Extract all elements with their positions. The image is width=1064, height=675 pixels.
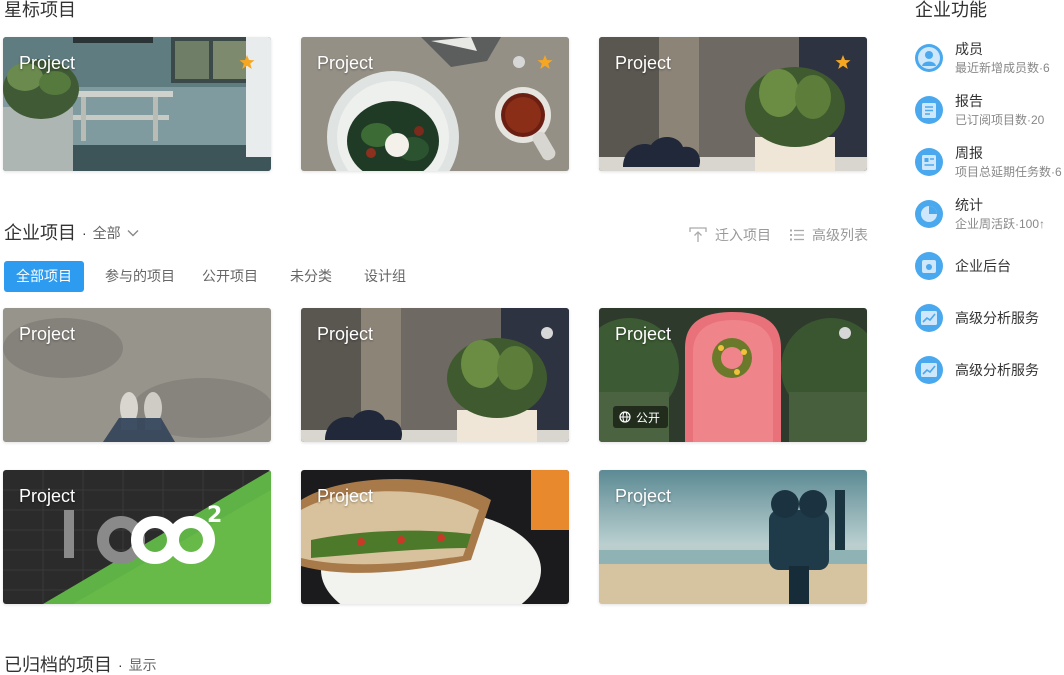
feature-item-statistics[interactable]: 统计 企业周活跃·100↑: [914, 195, 1064, 235]
public-badge-label: 公开: [636, 410, 661, 425]
features-section-title: 企业功能: [915, 0, 987, 20]
star-icon[interactable]: [835, 54, 851, 70]
feature-item-reports[interactable]: 报告 已订阅项目数·20: [914, 91, 1064, 131]
move-in-project-button[interactable]: 迁入项目: [689, 226, 771, 244]
scope-dropdown-label: 全部: [92, 225, 121, 241]
globe-icon: [619, 411, 631, 423]
public-badge: 公开: [613, 406, 669, 428]
chevron-down-icon: [127, 230, 139, 237]
feature-item-analytics-2[interactable]: 高级分析服务: [914, 351, 1064, 391]
analytics-icon: [915, 304, 943, 332]
visibility-dot-icon: [541, 327, 553, 339]
feature-name: 统计: [955, 197, 983, 213]
advanced-list-button[interactable]: 高级列表: [790, 226, 868, 244]
tab-all-projects[interactable]: 全部项目: [4, 261, 84, 292]
show-archived-toggle[interactable]: 显示: [129, 655, 157, 675]
separator: ·: [118, 657, 123, 673]
statistics-icon: [915, 200, 943, 228]
star-icon[interactable]: [537, 54, 553, 70]
tab-public-projects[interactable]: 公开项目: [190, 261, 270, 292]
feature-subtitle: 最近新增成员数·6: [955, 61, 1050, 75]
feature-name: 周报: [955, 145, 983, 161]
member-icon: [915, 44, 943, 72]
analytics-icon: [915, 356, 943, 384]
project-card-4[interactable]: 2 Project: [3, 470, 271, 604]
enterprise-section-title: 企业项目: [4, 223, 76, 243]
feature-name: 高级分析服务: [955, 362, 1039, 378]
move-in-icon: [689, 227, 707, 242]
project-label: Project: [615, 324, 672, 344]
feature-name: 高级分析服务: [955, 310, 1039, 326]
starred-project-card-2[interactable]: Project: [301, 37, 569, 171]
project-label: Project: [615, 53, 672, 73]
report-icon: [915, 96, 943, 124]
archived-section-title: 已归档的项目: [4, 655, 112, 675]
starred-section-title: 星标项目: [4, 0, 76, 20]
project-label: Project: [317, 53, 374, 73]
project-label: Project: [19, 53, 76, 73]
feature-item-members[interactable]: 成员 最近新增成员数·6: [914, 39, 1064, 79]
separator: ·: [82, 225, 87, 241]
admin-icon: [915, 252, 943, 280]
project-card-5[interactable]: Project: [301, 470, 569, 604]
project-label: Project: [317, 486, 374, 506]
project-label: Project: [19, 324, 76, 344]
project-label: Project: [19, 486, 76, 506]
feature-item-analytics-1[interactable]: 高级分析服务: [914, 299, 1064, 339]
visibility-dot-icon: [839, 327, 851, 339]
tab-design-group[interactable]: 设计组: [352, 261, 418, 292]
tab-uncategorized[interactable]: 未分类: [278, 261, 344, 292]
weekly-report-icon: [915, 148, 943, 176]
move-in-project-label: 迁入项目: [715, 227, 771, 243]
feature-subtitle: 企业周活跃·100↑: [955, 217, 1046, 231]
project-card-3[interactable]: Project 公开: [599, 308, 867, 442]
list-icon: [790, 229, 804, 241]
project-card-6[interactable]: Project: [599, 470, 867, 604]
tab-participated-projects[interactable]: 参与的项目: [93, 261, 187, 292]
feature-item-admin[interactable]: 企业后台: [914, 247, 1064, 287]
feature-name: 成员: [955, 41, 983, 57]
archived-section-header: 已归档的项目 · 显示: [4, 655, 157, 675]
feature-name: 报告: [955, 93, 983, 109]
feature-subtitle: 已订阅项目数·20: [955, 113, 1045, 127]
feature-item-weekly-report[interactable]: 周报 项目总延期任务数·6: [914, 143, 1064, 183]
enterprise-section-header: 企业项目 · 全部: [4, 223, 139, 243]
star-icon[interactable]: [239, 54, 255, 70]
feature-subtitle: 项目总延期任务数·6: [955, 165, 1062, 179]
starred-project-card-3[interactable]: Project: [599, 37, 867, 171]
scope-dropdown[interactable]: 全部: [93, 223, 139, 243]
project-label: Project: [615, 486, 672, 506]
starred-project-card-1[interactable]: Project: [3, 37, 271, 171]
project-label: Project: [317, 324, 374, 344]
project-card-1[interactable]: Project: [3, 308, 271, 442]
svg-text:2: 2: [207, 503, 222, 528]
visibility-dot-icon: [513, 56, 525, 68]
project-card-2[interactable]: Project: [301, 308, 569, 442]
feature-name: 企业后台: [955, 258, 1011, 274]
advanced-list-label: 高级列表: [812, 227, 868, 243]
